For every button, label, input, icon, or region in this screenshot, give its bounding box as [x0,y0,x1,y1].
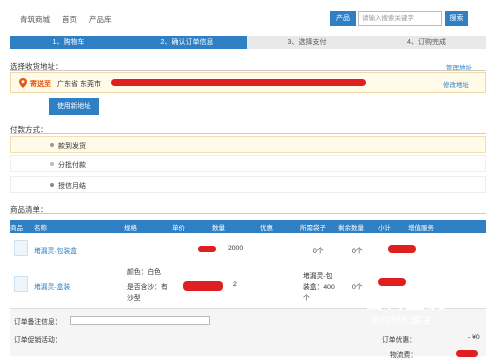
radio-icon [50,143,54,147]
order-note-input[interactable] [70,316,210,325]
search-category-button[interactable]: 产品 [330,11,356,26]
redaction-mark [198,246,216,252]
spec-sand: 是否含沙：有 [127,284,168,291]
use-new-address-button[interactable]: 使用新地址 [49,98,99,115]
address-text: 广东省 东莞市 [57,81,101,88]
redaction-mark [388,245,416,253]
order-note-label: 订单备注信息： [14,319,62,326]
payment-option-pay-before-ship[interactable]: 款到发货 [10,136,486,153]
quantity-value: 2000 [228,245,244,252]
col-spec: 规格 [124,225,137,232]
order-discount-value: - ¥0 [468,334,480,341]
quantity-value: 2 [233,281,237,288]
step-cart: 1、购物车 [10,36,127,49]
divider [10,213,486,214]
bags-value: 0个 [313,248,324,255]
order-discount-label: 订单优惠： [382,337,416,344]
bags-line-2: 装盒：400 [303,284,335,291]
bags-line-3: 个 [303,295,310,302]
step-select-payment: 3、选择支付 [247,36,367,49]
location-pin-icon [19,78,27,88]
nav-home[interactable]: 首页 [62,14,77,25]
col-discount: 优惠 [260,225,273,232]
shipping-fee-label: 物流费： [390,352,418,359]
col-product: 商品 [10,225,23,232]
spec-color: 颜色：白色 [127,269,161,276]
divider [10,133,486,134]
col-bags: 所需袋子 [300,225,326,232]
watermark-title: 百科全说 [364,291,446,313]
col-unit-price: 单价 [172,225,185,232]
col-subtotal: 小计 [378,225,391,232]
send-to-label: 寄送至 [30,81,51,88]
radio-icon [50,162,54,166]
radio-icon [50,183,54,187]
selected-address[interactable]: 寄送至 广东省 东莞市 修改地址 [10,72,486,93]
edit-address-link[interactable]: 修改地址 [443,79,469,89]
col-value-added: 增值服务 [408,225,434,232]
order-promo-label: 订单促销活动： [14,337,62,344]
nav-home-mall[interactable]: 青筑商城 [20,14,50,25]
bags-line-1: 堵漏灵-包 [303,273,333,280]
product-table-header: 商品 名称 规格 单价 数量 优惠 所需袋子 剩余数量 小计 增值服务 [10,220,486,233]
redaction-mark [183,281,223,291]
payment-option-label: 分批付款 [58,162,86,169]
spec-sand-type: 沙型 [127,295,141,302]
product-name-link[interactable]: 堵漏灵-包装盒 [34,245,77,255]
col-remaining: 剩余数量 [338,225,364,232]
payment-option-label: 授信月结 [58,183,86,190]
payment-option-installment[interactable]: 分批付款 [10,155,486,172]
product-thumbnail[interactable] [14,276,28,292]
divider [10,70,486,71]
nav-product-library[interactable]: 产品库 [89,14,112,25]
step-confirm-order: 2、确认订单信息 [127,36,247,49]
search-button[interactable]: 搜索 [445,11,468,26]
redaction-mark [111,79,366,86]
product-thumbnail[interactable] [14,240,28,256]
payment-option-label: 款到发货 [58,143,86,150]
remaining-value: 0个 [352,284,363,291]
watermark-subtitle: 助你轻松解决 [371,316,431,327]
col-name: 名称 [34,225,47,232]
col-quantity: 数量 [212,225,225,232]
search-input[interactable]: 请输入搜索关键字 [358,11,442,26]
step-order-complete: 4、订购完成 [367,36,486,49]
product-name-link[interactable]: 堵漏灵-盒装 [34,281,70,291]
remaining-value: 0个 [352,248,363,255]
checkout-steps: 1、购物车 2、确认订单信息 3、选择支付 4、订购完成 [10,36,486,49]
payment-option-monthly-credit[interactable]: 授信月结 [10,176,486,193]
